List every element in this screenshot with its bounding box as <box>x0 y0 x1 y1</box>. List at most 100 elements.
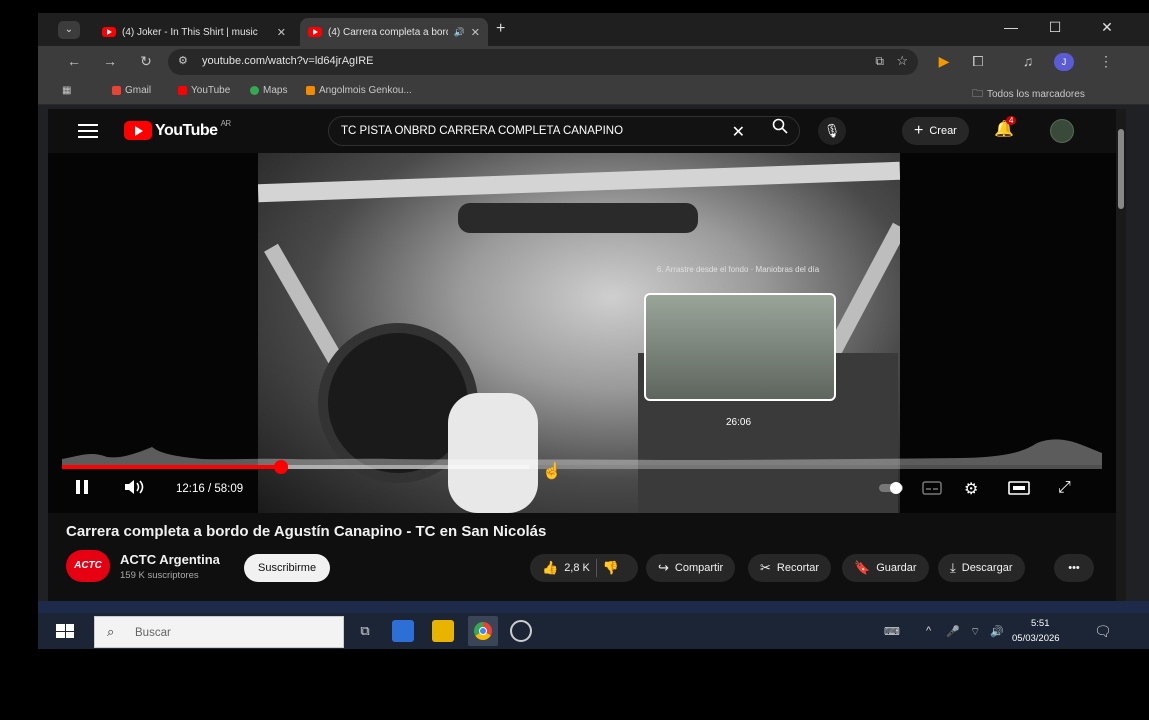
video-player[interactable]: 6. Arrastre desde el fondo · Maniobras d… <box>48 153 1116 513</box>
like-count[interactable]: 2,8 K <box>564 562 590 574</box>
taskbar-clock-time[interactable]: 5:51 <box>1031 618 1050 629</box>
page-scrollbar[interactable] <box>1116 109 1126 601</box>
like-icon[interactable]: 👍 <box>542 560 558 576</box>
notification-center-icon[interactable]: 🗨 <box>1094 623 1112 640</box>
maps-pin-icon <box>250 86 259 95</box>
taskbar-search-input[interactable]: ⌕ Buscar <box>94 616 344 648</box>
tab-joker[interactable]: (4) Joker - In This Shirt | music ✕ <box>94 18 294 46</box>
preview-chapter-title: 6. Arrastre desde el fondo · Maniobras d… <box>656 265 820 274</box>
pause-icon[interactable] <box>74 479 90 500</box>
back-icon[interactable]: ← <box>64 53 84 69</box>
show-hidden-icons-chevron-icon[interactable]: ^ <box>926 625 931 637</box>
user-avatar[interactable] <box>1050 119 1074 143</box>
like-dislike-group: 👍 2,8 K 👎 <box>530 554 638 582</box>
voice-search-mic-icon[interactable]: 🎙 <box>818 117 846 145</box>
tab-carrera[interactable]: (4) Carrera completa a bordo 🔊 ✕ <box>300 18 488 46</box>
scrollbar-thumb[interactable] <box>1118 129 1124 209</box>
extension-play-icon[interactable]: ▶ <box>934 53 954 70</box>
profile-avatar[interactable]: J <box>1054 53 1074 71</box>
notification-count-badge: 4 <box>1006 116 1017 125</box>
maximize-button[interactable]: ☐ <box>1040 19 1070 36</box>
tab-close-icon[interactable]: ✕ <box>277 26 286 39</box>
tab-search-chevron-icon[interactable]: ⌄ <box>58 21 80 39</box>
search-button[interactable] <box>760 116 800 146</box>
youtube-logo[interactable]: YouTube AR <box>124 119 231 140</box>
windows-start-icon[interactable] <box>56 624 74 638</box>
create-label: Crear <box>929 125 957 137</box>
youtube-page: YouTube AR TC PISTA ONBRD CARRERA COMPLE… <box>48 109 1126 601</box>
site-info-icon[interactable]: ⚙ <box>178 54 188 67</box>
folder-icon: 🗀 <box>972 88 983 100</box>
save-button[interactable]: 🔖 Guardar <box>842 554 929 582</box>
share-button[interactable]: ↪ Compartir <box>646 554 736 582</box>
subtitles-icon[interactable] <box>922 481 942 500</box>
progress-hover-region <box>281 465 529 469</box>
bookmarks-bar: ▦ Gmail YouTube Maps Angolmois Genkou...… <box>38 78 1149 105</box>
extensions-puzzle-icon[interactable]: ⧠ <box>968 53 988 70</box>
forward-icon[interactable]: → <box>100 53 120 69</box>
keyboard-tray-icon[interactable]: ⌨ <box>884 625 900 638</box>
network-tray-icon[interactable]: ⌔ <box>970 625 980 639</box>
tab-close-icon[interactable]: ✕ <box>471 26 480 39</box>
settings-gear-icon[interactable]: ⚙ <box>964 479 978 499</box>
menu-hamburger-icon[interactable] <box>78 124 98 142</box>
progress-bar[interactable] <box>62 460 1102 474</box>
microphone-tray-icon[interactable]: 🎤 <box>946 625 960 638</box>
theater-mode-icon[interactable] <box>1008 481 1030 500</box>
seek-thumbnail-preview <box>644 293 836 401</box>
logo-text: YouTube <box>155 121 218 139</box>
bookmark-icon: 🔖 <box>854 560 871 575</box>
download-label: Descargar <box>961 562 1013 574</box>
address-bar[interactable]: ⚙ youtube.com/watch?v=ld64jrAgIRE ⧉ ☆ <box>168 49 918 75</box>
dislike-icon[interactable]: 👎 <box>603 560 619 576</box>
all-bookmarks-folder[interactable]: 🗀 Todos los marcadores <box>972 85 1085 104</box>
tab-strip: ⌄ (4) Joker - In This Shirt | music ✕ (4… <box>38 13 1149 46</box>
bookmark-maps[interactable]: Maps <box>250 85 287 96</box>
recording-app-icon[interactable] <box>510 620 532 642</box>
download-button[interactable]: ⤓ Descargar <box>938 554 1025 582</box>
bookmark-angolmois[interactable]: Angolmois Genkou... <box>306 85 412 96</box>
minimize-button[interactable]: — <box>996 19 1026 35</box>
volume-icon[interactable] <box>124 479 146 500</box>
volume-tray-icon[interactable]: 🔊 <box>990 625 1004 638</box>
more-actions-button[interactable]: ••• <box>1054 554 1094 582</box>
youtube-favicon-icon <box>308 27 322 37</box>
bookmark-label: Gmail <box>125 85 152 96</box>
search-input[interactable]: TC PISTA ONBRD CARRERA COMPLETA CANAPINO… <box>328 116 800 146</box>
install-app-icon[interactable]: ⧉ <box>875 54 884 69</box>
clip-button[interactable]: ✂ Recortar <box>748 554 832 582</box>
bookmark-star-icon[interactable]: ☆ <box>896 53 908 69</box>
fullscreen-icon[interactable]: ⤢ <box>1058 479 1071 497</box>
autoplay-toggle-icon[interactable] <box>878 481 906 500</box>
bookmark-youtube[interactable]: YouTube <box>178 85 230 96</box>
audio-playing-icon[interactable]: 🔊 <box>454 27 465 38</box>
taskbar-clock-date[interactable]: 05/03/2026 <box>1012 633 1060 644</box>
duration: 58:09 <box>214 483 244 495</box>
reload-icon[interactable]: ↻ <box>136 53 156 70</box>
search-query: TC PISTA ONBRD CARRERA COMPLETA CANAPINO <box>341 125 624 137</box>
chrome-taskbar-button[interactable] <box>468 616 498 646</box>
share-icon: ↪ <box>658 560 669 575</box>
close-window-button[interactable]: ✕ <box>1092 19 1122 36</box>
store-app-icon[interactable] <box>392 620 414 642</box>
channel-avatar[interactable]: ACTC <box>66 550 110 582</box>
url-text: youtube.com/watch?v=ld64jrAgIRE <box>202 55 374 67</box>
clear-search-icon[interactable]: ✕ <box>732 122 745 142</box>
tab-title: (4) Joker - In This Shirt | music <box>122 26 258 38</box>
media-control-icon[interactable]: ♫ <box>1018 53 1038 69</box>
video-title: Carrera completa a bordo de Agustín Cana… <box>66 523 547 540</box>
bookmark-gmail[interactable]: Gmail <box>112 85 151 96</box>
subscribe-button[interactable]: Suscribirme <box>244 554 331 582</box>
time-separator: / <box>204 483 215 495</box>
apps-grid-icon[interactable]: ▦ <box>62 85 71 96</box>
file-explorer-icon[interactable] <box>432 620 454 642</box>
browser-menu-icon[interactable]: ⋮ <box>1096 53 1116 70</box>
task-view-icon[interactable]: ⧉ <box>354 620 376 642</box>
plus-icon: + <box>914 122 924 139</box>
new-tab-button[interactable]: + <box>496 20 505 38</box>
youtube-header: YouTube AR TC PISTA ONBRD CARRERA COMPLE… <box>48 109 1126 153</box>
channel-name[interactable]: ACTC Argentina <box>120 552 220 567</box>
youtube-favicon-icon <box>102 27 116 37</box>
create-button[interactable]: + Crear <box>902 117 969 145</box>
taskbar-search-placeholder: Buscar <box>135 627 171 639</box>
